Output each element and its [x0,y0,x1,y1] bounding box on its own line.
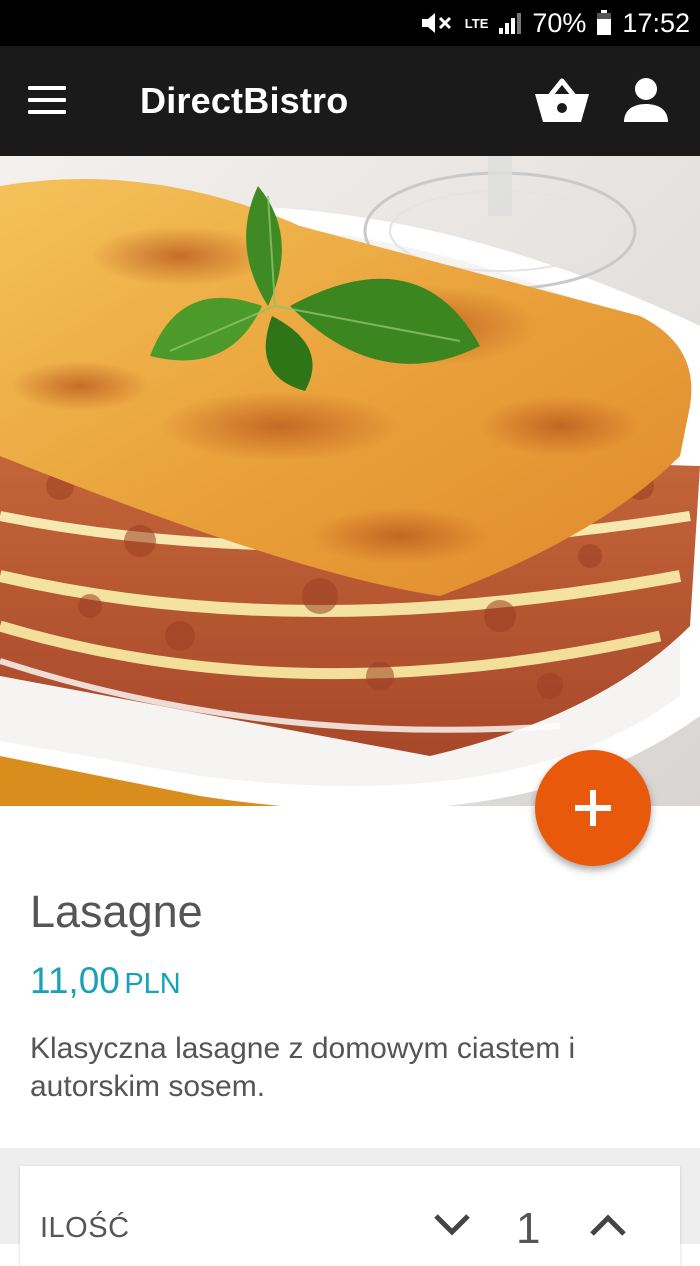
status-bar: LTE 70% 17:52 [0,0,700,46]
plus-icon [575,790,611,826]
basket-icon[interactable] [534,76,590,124]
price-amount: 11,00 [30,960,120,1001]
signal-icon [499,13,522,34]
chevron-up-icon[interactable] [588,1210,628,1240]
quantity-value: 1 [516,1204,541,1253]
status-icons: LTE 70% 17:52 [419,0,690,46]
quantity-card: ILOŚĆ 1 [20,1166,680,1266]
app-bar: DirectBistro [0,46,700,156]
battery-icon [597,10,612,35]
quantity-label: ILOŚĆ [40,1212,130,1244]
user-icon[interactable] [622,76,670,124]
menu-icon[interactable] [28,86,66,116]
app-title: DirectBistro [140,80,349,121]
mute-icon [421,13,451,33]
price-currency: PLN [124,968,181,1000]
product-description: Klasyczna lasagne z domowym ciastem i au… [30,1032,576,1103]
product-name: Lasagne [30,886,203,937]
chevron-down-icon[interactable] [432,1210,472,1240]
add-to-cart-button[interactable] [535,750,651,866]
product-price: 11,00 PLN [30,960,181,1002]
lasagne-photo [0,156,700,806]
battery-percent: 70% [532,7,587,38]
network-type: LTE [464,15,489,31]
clock: 17:52 [622,7,690,38]
